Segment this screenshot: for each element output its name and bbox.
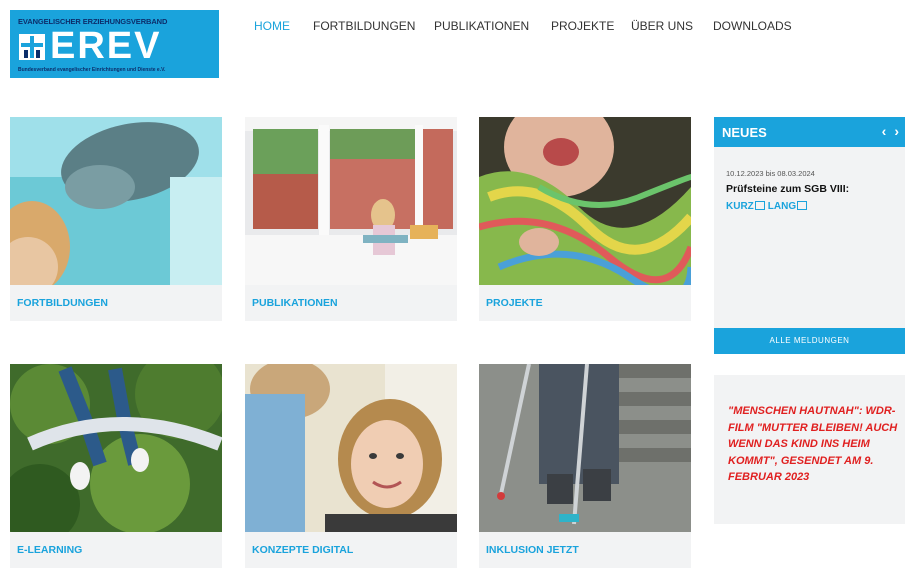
- tile-label: FORTBILDUNGEN: [17, 297, 108, 309]
- tile-image-konzepte-digital: [245, 364, 457, 532]
- tile-publikationen[interactable]: PUBLIKATIONEN: [245, 117, 457, 321]
- nav-item-downloads[interactable]: DOWNLOADS: [713, 19, 792, 33]
- nav-item-projekte[interactable]: PROJEKTE: [551, 19, 614, 33]
- logo-wordmark: EREV: [50, 25, 162, 67]
- tile-image-publikationen: [245, 117, 457, 285]
- tile-image-projekte: [479, 117, 691, 285]
- tile-inklusion-jetzt[interactable]: INKLUSION JETZT: [479, 364, 691, 568]
- logo-tagline: Bundesverband evangelischer Einrichtunge…: [18, 67, 166, 73]
- tile-image-fortbildungen: [10, 117, 222, 285]
- news-header: NEUES ‹ ›: [714, 117, 905, 147]
- tile-fortbildungen[interactable]: FORTBILDUNGEN: [10, 117, 222, 321]
- external-link-icon: [797, 201, 808, 210]
- tile-konzepte-digital[interactable]: KONZEPTE DIGITAL: [245, 364, 457, 568]
- nav-item-publikationen[interactable]: PUBLIKATIONEN: [434, 19, 529, 33]
- cross-house-icon: [19, 34, 45, 60]
- tile-label: INKLUSION JETZT: [486, 544, 579, 556]
- promo-text: "MENSCHEN HAUTNAH": WDR-FILM "MUTTER BLE…: [728, 405, 898, 483]
- nav-item-fortbildungen[interactable]: FORTBILDUNGEN: [313, 19, 415, 33]
- site-logo[interactable]: EVANGELISCHER ERZIEHUNGSVERBAND EREV Bun…: [10, 10, 219, 78]
- tile-label: E-LEARNING: [17, 544, 83, 556]
- tile-e-learning[interactable]: E-LEARNING: [10, 364, 222, 568]
- news-panel: NEUES ‹ › 10.12.2023 bis 08.03.2024 Prüfs…: [714, 117, 905, 354]
- tile-label: PROJEKTE: [486, 297, 543, 309]
- news-link-lang[interactable]: LANG: [768, 201, 796, 212]
- news-links: KURZ LANG: [726, 201, 810, 212]
- news-header-title: NEUES: [722, 125, 767, 140]
- nav-item-ueber-uns[interactable]: ÜBER UNS: [631, 19, 693, 33]
- tile-projekte[interactable]: PROJEKTE: [479, 117, 691, 321]
- chevron-right-icon[interactable]: ›: [894, 123, 899, 139]
- tile-label: PUBLIKATIONEN: [252, 297, 338, 309]
- all-news-button[interactable]: ALLE MELDUNGEN: [714, 328, 905, 354]
- chevron-left-icon[interactable]: ‹: [882, 123, 887, 139]
- nav-item-home[interactable]: HOME: [254, 19, 290, 33]
- news-title[interactable]: Prüfsteine zum SGB VIII:: [726, 183, 849, 195]
- tile-label: KONZEPTE DIGITAL: [252, 544, 354, 556]
- news-link-kurz[interactable]: KURZ: [726, 201, 754, 212]
- tile-image-e-learning: [10, 364, 222, 532]
- external-link-icon: [754, 201, 765, 210]
- tile-image-inklusion-jetzt: [479, 364, 691, 532]
- promo-box[interactable]: "MENSCHEN HAUTNAH": WDR-FILM "MUTTER BLE…: [714, 375, 905, 524]
- news-date: 10.12.2023 bis 08.03.2024: [726, 169, 815, 178]
